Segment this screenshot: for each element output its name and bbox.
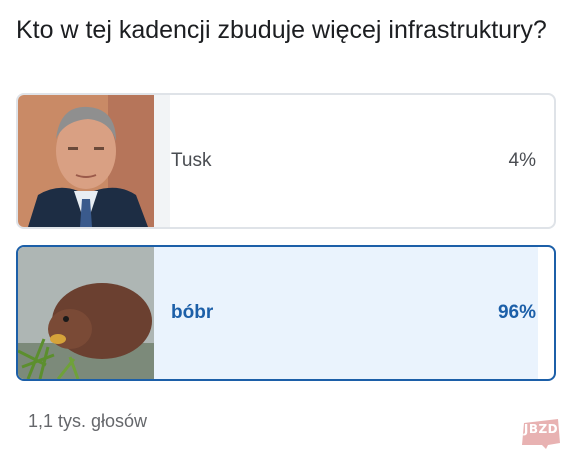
- option-label: Tusk: [171, 150, 212, 171]
- option-percent: 4%: [508, 150, 536, 171]
- poll-option-tusk[interactable]: Tusk 4%: [16, 93, 556, 229]
- poll-option-bobr[interactable]: bóbr 96%: [16, 245, 556, 381]
- man-portrait-photo: [18, 95, 154, 227]
- watermark-text: JBZD: [523, 422, 559, 436]
- vote-count: 1,1 tys. głosów: [28, 411, 148, 431]
- vote-share-bar: [154, 95, 170, 227]
- option-percent: 96%: [497, 302, 536, 323]
- beaver-photo: [18, 247, 154, 379]
- jbzd-watermark-icon: JBZD: [518, 415, 564, 449]
- option-label: bóbr: [171, 302, 214, 323]
- poll-question: Kto w tej kadencji zbuduje więcej infras…: [16, 16, 547, 44]
